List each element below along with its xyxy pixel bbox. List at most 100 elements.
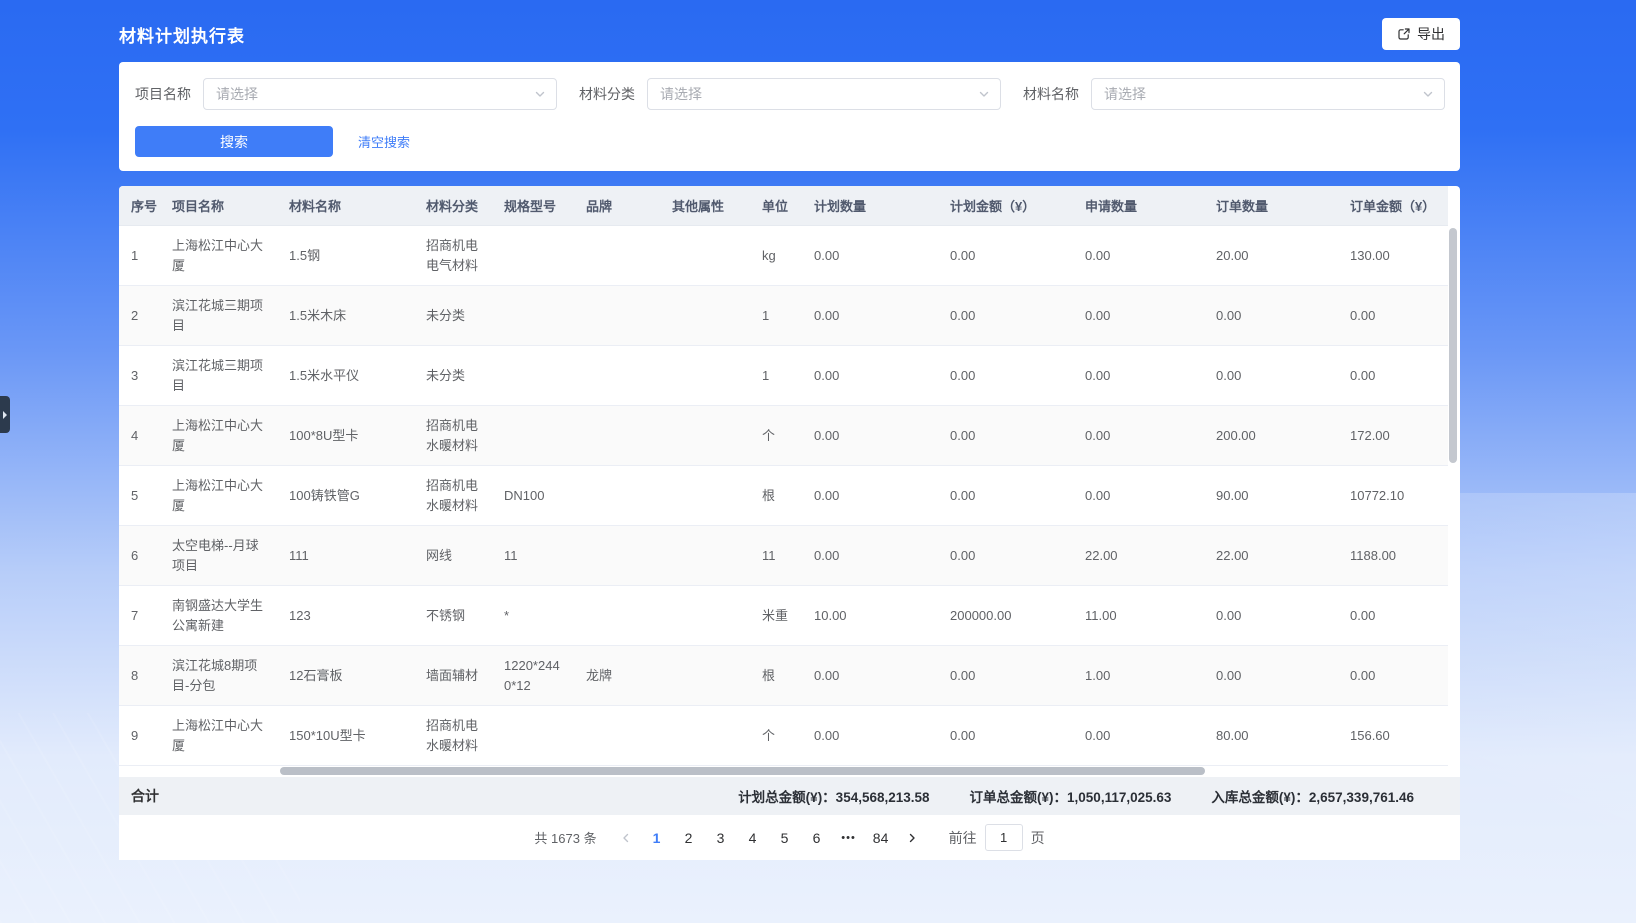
table-cell — [574, 226, 660, 286]
table-cell: 0.00 — [1204, 586, 1338, 646]
table-cell — [574, 406, 660, 466]
column-header: 订单金额（¥） — [1338, 186, 1448, 226]
next-page-button[interactable] — [897, 823, 927, 853]
table-cell: 200000.00 — [938, 586, 1073, 646]
summary-item: 入库总金额(¥)：2,657,339,761.46 — [1211, 786, 1414, 806]
table-cell: 6 — [119, 526, 160, 586]
filter-select-placeholder: 请选择 — [216, 84, 258, 104]
table-cell: 1 — [750, 286, 802, 346]
table-cell — [574, 466, 660, 526]
table-cell — [660, 226, 750, 286]
table-cell: 10772.10 — [1338, 466, 1448, 526]
table-cell: 0.00 — [1073, 346, 1204, 406]
filter-select[interactable]: 请选择 — [647, 78, 1001, 110]
pagination: 共 1673 条 123456 ••• 84 前往 页 — [119, 815, 1460, 860]
table-cell: 12石膏板 — [277, 646, 414, 706]
vertical-scrollbar-thumb[interactable] — [1449, 228, 1457, 463]
table-cell: 111 — [277, 526, 414, 586]
column-header: 单位 — [750, 186, 802, 226]
table-row: 5上海松江中心大厦100铸铁管G招商机电水暖材料DN100根0.000.000.… — [119, 466, 1448, 526]
table-cell: 1 — [119, 226, 160, 286]
column-header: 品牌 — [574, 186, 660, 226]
page-button-1[interactable]: 1 — [641, 823, 673, 853]
table-cell: 11 — [750, 526, 802, 586]
table-cell: 11 — [492, 526, 574, 586]
table-cell: 滨江花城8期项目-分包 — [160, 646, 277, 706]
column-header: 规格型号 — [492, 186, 574, 226]
table-cell: 1220*2440*12 — [492, 646, 574, 706]
export-icon — [1397, 27, 1411, 41]
table-cell: 156.60 — [1338, 706, 1448, 766]
table-cell: 1188.00 — [1338, 526, 1448, 586]
table-cell: 0.00 — [802, 346, 938, 406]
page-button-2[interactable]: 2 — [673, 823, 705, 853]
table-cell: 0.00 — [1204, 346, 1338, 406]
table-row: 6太空电梯--月球项目111网线11110.000.0022.0022.0011… — [119, 526, 1448, 586]
export-button[interactable]: 导出 — [1382, 18, 1460, 50]
chevron-down-icon — [534, 88, 546, 100]
table-cell: 2 — [119, 286, 160, 346]
table-cell: 0.00 — [938, 706, 1073, 766]
table-cell — [660, 286, 750, 346]
column-header: 材料分类 — [414, 186, 492, 226]
table-cell: 招商机电水暖材料 — [414, 706, 492, 766]
filter-select[interactable]: 请选择 — [203, 78, 557, 110]
page-button-3[interactable]: 3 — [705, 823, 737, 853]
chevron-down-icon — [1422, 88, 1434, 100]
table-cell: 根 — [750, 466, 802, 526]
table-cell: 南钢盛达大学生公寓新建 — [160, 586, 277, 646]
filter-fields: 项目名称 请选择 材料分类 请选择 材料名称 请选择 — [135, 78, 1444, 110]
horizontal-scrollbar-thumb[interactable] — [280, 767, 1205, 775]
export-button-label: 导出 — [1417, 24, 1445, 44]
summary-row: 合计 计划总金额(¥)：354,568,213.58订单总金额(¥)：1,050… — [119, 777, 1460, 815]
table-cell: 上海松江中心大厦 — [160, 226, 277, 286]
table-cell: 20.00 — [1204, 226, 1338, 286]
column-header: 序号 — [119, 186, 160, 226]
table-cell: 个 — [750, 406, 802, 466]
table-cell: 0.00 — [1338, 346, 1448, 406]
page-button-6[interactable]: 6 — [801, 823, 833, 853]
goto-label: 前往 — [949, 828, 977, 848]
table-cell: 3 — [119, 346, 160, 406]
chevron-down-icon — [978, 88, 990, 100]
table-body: 1上海松江中心大厦1.5钢招商机电电气材料kg0.000.000.0020.00… — [119, 226, 1448, 766]
goto-page-group: 前往 页 — [949, 824, 1045, 851]
column-header: 计划数量 — [802, 186, 938, 226]
table-cell: 7 — [119, 586, 160, 646]
table-cell: 100铸铁管G — [277, 466, 414, 526]
table-cell: 4 — [119, 406, 160, 466]
table-cell — [574, 346, 660, 406]
table-cell: 0.00 — [802, 406, 938, 466]
table-cell: 0.00 — [938, 466, 1073, 526]
table-cell: 0.00 — [938, 526, 1073, 586]
page-button-last[interactable]: 84 — [865, 823, 897, 853]
table-cell: kg — [750, 226, 802, 286]
table-cell: 0.00 — [1204, 286, 1338, 346]
goto-page-input[interactable] — [985, 824, 1023, 851]
prev-page-button[interactable] — [611, 823, 641, 853]
table-cell — [660, 526, 750, 586]
table-row: 3滨江花城三期项目1.5米水平仪未分类10.000.000.000.000.00 — [119, 346, 1448, 406]
table-row: 8滨江花城8期项目-分包12石膏板墙面辅材1220*2440*12龙牌根0.00… — [119, 646, 1448, 706]
table-cell: 0.00 — [802, 706, 938, 766]
filter-select[interactable]: 请选择 — [1091, 78, 1445, 110]
summary-item: 计划总金额(¥)：354,568,213.58 — [738, 786, 929, 806]
clear-search-link[interactable]: 清空搜索 — [358, 132, 410, 151]
goto-unit-label: 页 — [1031, 828, 1045, 848]
page-button-5[interactable]: 5 — [769, 823, 801, 853]
table-row: 1上海松江中心大厦1.5钢招商机电电气材料kg0.000.000.0020.00… — [119, 226, 1448, 286]
table-row: 4上海松江中心大厦100*8U型卡招商机电水暖材料个0.000.000.0020… — [119, 406, 1448, 466]
table-cell: 未分类 — [414, 346, 492, 406]
table-cell: 根 — [750, 646, 802, 706]
table-cell — [492, 286, 574, 346]
pagination-ellipsis[interactable]: ••• — [833, 832, 865, 844]
table-cell: 22.00 — [1073, 526, 1204, 586]
table-cell: 0.00 — [1204, 646, 1338, 706]
page-button-4[interactable]: 4 — [737, 823, 769, 853]
sidebar-collapse-handle[interactable] — [0, 396, 10, 433]
search-button[interactable]: 搜索 — [135, 126, 333, 157]
filter-select-placeholder: 请选择 — [660, 84, 702, 104]
table-cell: 未分类 — [414, 286, 492, 346]
table-cell: 1.5米水平仪 — [277, 346, 414, 406]
pagination-total: 共 1673 条 — [534, 828, 596, 847]
